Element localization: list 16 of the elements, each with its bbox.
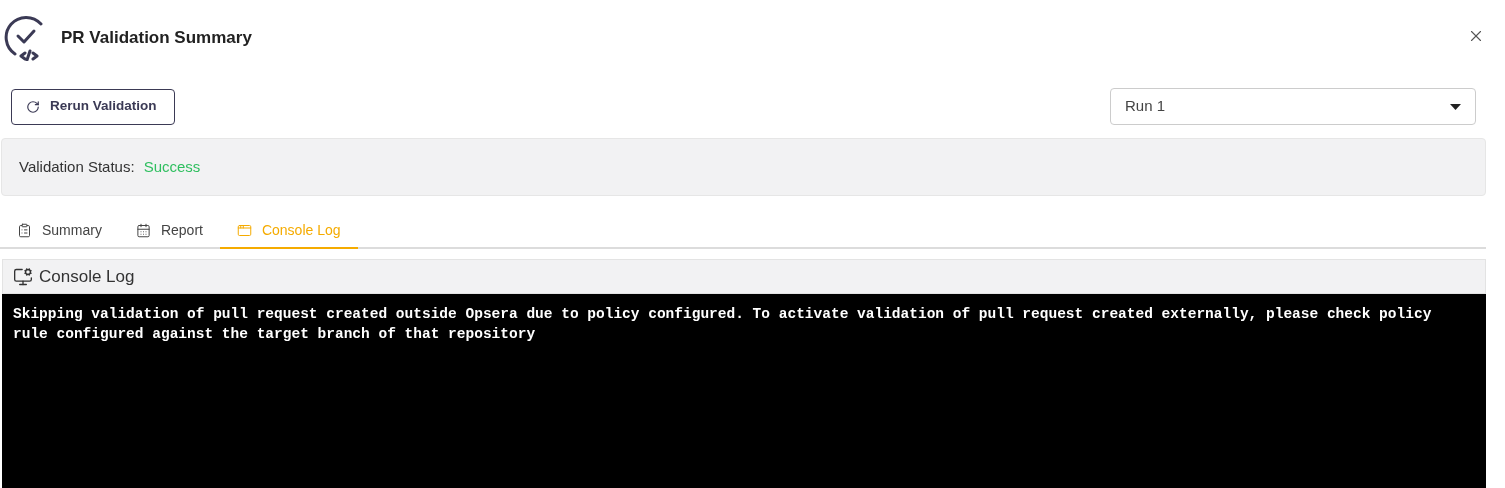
status-value: Success [143, 156, 201, 177]
clipboard-icon [17, 223, 32, 238]
console-title: Console Log [39, 265, 135, 288]
monitor-icon [13, 266, 33, 287]
rerun-button[interactable]: Rerun Validation [11, 88, 175, 125]
dialog-title: PR Validation Summary [61, 26, 252, 49]
tab[interactable]: Report [118, 214, 220, 249]
refresh-icon [26, 99, 40, 114]
caret-icon [1450, 103, 1461, 110]
run-select[interactable]: Run 1 [1110, 88, 1476, 125]
calendar-icon [135, 223, 151, 238]
tab[interactable]: Summary [0, 214, 119, 249]
log-line: rule configured against the target branch of that repository [13, 325, 536, 344]
window-icon [236, 223, 252, 238]
log-line: Skipping validation of pull request created outside Opsera due to policy configured. To activate validation of pull request created externally, please check policy [13, 305, 1432, 324]
status-label: Validation Status: [19, 156, 135, 177]
